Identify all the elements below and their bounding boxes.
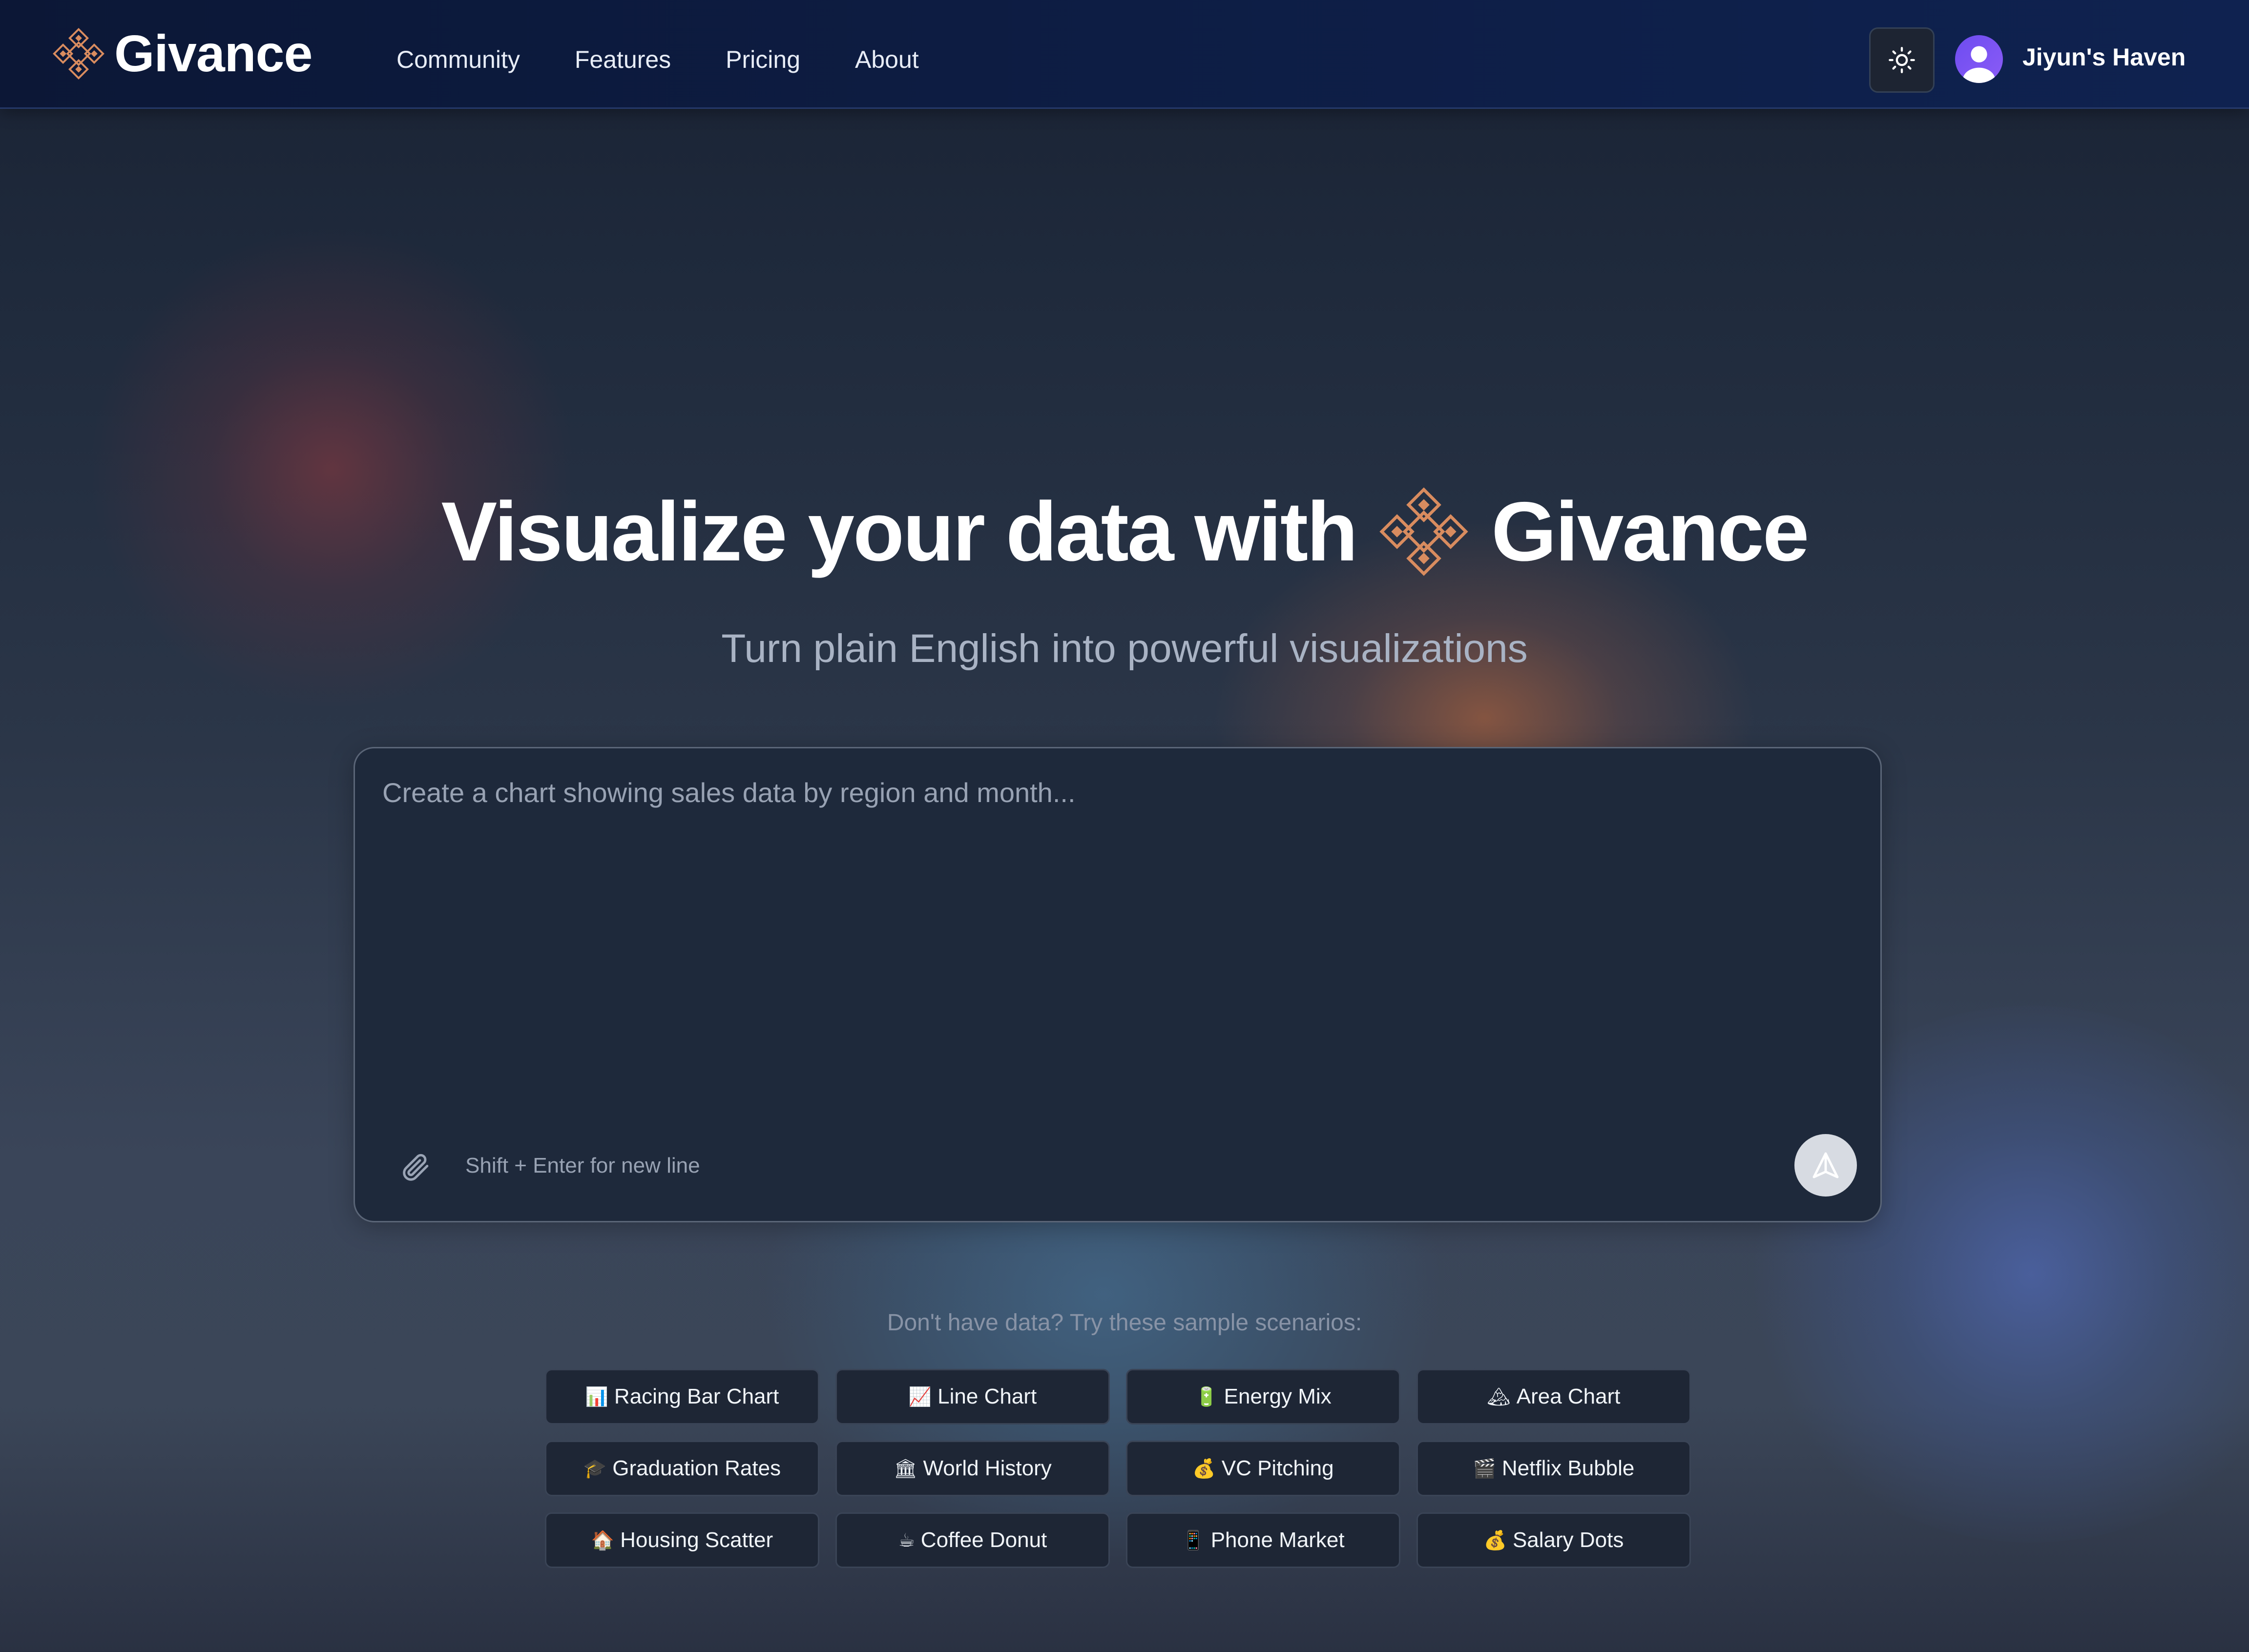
sample-housing-scatter-button[interactable]: 🏠 Housing Scatter	[545, 1512, 819, 1568]
hero-title-brand: Givance	[1491, 485, 1809, 578]
newline-hint: Shift + Enter for new line	[465, 1154, 700, 1177]
nav-link-pricing[interactable]: Pricing	[726, 45, 800, 74]
attach-file-button[interactable]	[396, 1149, 433, 1186]
sample-energy-mix-button[interactable]: 🔋 Energy Mix	[1126, 1369, 1400, 1425]
samples-label: Don't have data? Try these sample scenar…	[887, 1310, 1362, 1336]
hero-title-text: Visualize your data with	[441, 485, 1358, 578]
bar-chart-icon: 📊	[585, 1385, 608, 1407]
hero-title: Visualize your data with Givance	[0, 483, 2249, 580]
sample-label: Netflix Bubble	[1501, 1456, 1635, 1480]
sample-label: Salary Dots	[1512, 1528, 1624, 1552]
sample-graduation-rates-button[interactable]: 🎓 Graduation Rates	[545, 1441, 819, 1496]
hero-subtitle: Turn plain English into powerful visuali…	[721, 626, 1528, 671]
paperclip-icon	[403, 1154, 429, 1181]
classical-building-icon: 🏛	[894, 1457, 917, 1479]
sample-vc-pitching-button[interactable]: 💰 VC Pitching	[1126, 1441, 1400, 1496]
sample-salary-dots-button[interactable]: 💰 Salary Dots	[1416, 1512, 1691, 1568]
sample-label: Racing Bar Chart	[614, 1384, 779, 1408]
user-menu-name[interactable]: Jiyun's Haven	[2022, 43, 2186, 71]
sample-world-history-button[interactable]: 🏛 World History	[835, 1441, 1110, 1496]
sample-scenarios-grid: 📊 Racing Bar Chart 📈 Line Chart 🔋 Energy Mi…	[545, 1369, 1692, 1568]
battery-icon: 🔋	[1195, 1385, 1218, 1407]
sample-label: Line Chart	[937, 1384, 1037, 1408]
sample-label: Energy Mix	[1224, 1384, 1332, 1408]
send-icon	[1812, 1152, 1839, 1178]
clapperboard-icon: 🎬	[1473, 1457, 1496, 1479]
sample-label: VC Pitching	[1221, 1456, 1334, 1480]
sample-label: World History	[923, 1456, 1052, 1480]
nav-link-community[interactable]: Community	[396, 45, 520, 74]
sample-label: Phone Market	[1210, 1528, 1345, 1552]
mobile-phone-icon: 📱	[1182, 1529, 1205, 1551]
mountain-icon: 🏔	[1487, 1385, 1511, 1407]
sample-label: Area Chart	[1516, 1384, 1621, 1408]
sample-area-chart-button[interactable]: 🏔 Area Chart	[1416, 1369, 1691, 1425]
sample-coffee-donut-button[interactable]: ☕ Coffee Donut	[835, 1512, 1110, 1568]
user-avatar[interactable]	[1955, 35, 2003, 83]
top-navbar: Givance Community Features Pricing About…	[0, 0, 2249, 109]
prompt-input[interactable]	[382, 777, 1837, 1089]
sun-icon	[1889, 47, 1915, 73]
sample-racing-bar-chart-button[interactable]: 📊 Racing Bar Chart	[545, 1369, 819, 1425]
givance-logo-icon	[1379, 487, 1468, 576]
send-button[interactable]	[1794, 1134, 1857, 1197]
money-bag-icon: 💰	[1192, 1457, 1216, 1479]
givance-logo-icon	[53, 28, 104, 80]
sample-label: Housing Scatter	[620, 1528, 773, 1552]
nav-link-features[interactable]: Features	[575, 45, 671, 74]
user-silhouette-icon	[1962, 46, 1996, 83]
sample-netflix-bubble-button[interactable]: 🎬 Netflix Bubble	[1416, 1441, 1691, 1496]
trend-chart-icon: 📈	[908, 1385, 932, 1407]
prompt-box: Shift + Enter for new line	[354, 747, 1882, 1222]
sample-phone-market-button[interactable]: 📱 Phone Market	[1126, 1512, 1400, 1568]
main-nav: Community Features Pricing About	[396, 39, 974, 80]
sample-label: Graduation Rates	[612, 1456, 781, 1480]
theme-toggle-button[interactable]	[1869, 27, 1935, 93]
brand-home-link[interactable]: Givance	[51, 24, 312, 83]
nav-link-about[interactable]: About	[855, 45, 919, 74]
house-icon: 🏠	[591, 1529, 615, 1551]
money-bag-icon: 💰	[1483, 1529, 1507, 1551]
coffee-cup-icon: ☕	[898, 1529, 915, 1551]
brand-name: Givance	[114, 24, 312, 83]
sample-label: Coffee Donut	[920, 1528, 1047, 1552]
graduation-cap-icon: 🎓	[583, 1457, 607, 1479]
sample-line-chart-button[interactable]: 📈 Line Chart	[835, 1369, 1110, 1425]
